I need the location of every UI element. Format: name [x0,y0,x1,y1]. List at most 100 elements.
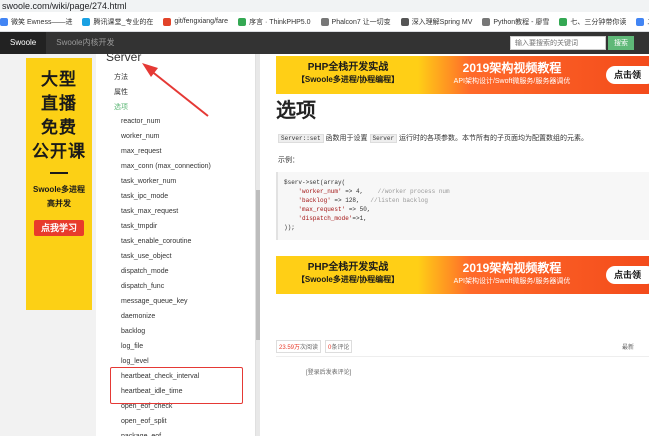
sidebar-section-methods[interactable]: 方法 [114,72,128,82]
code-val: => 128, [330,197,371,204]
sidebar-option-item[interactable]: reactor_num [121,118,160,125]
code-key: 'max_request' [284,206,346,213]
bookmark-item[interactable]: Python教程 - 廖雪 [482,17,549,27]
inline-code: Server::set [278,134,324,143]
example-label: 示例： [278,157,299,164]
ad-headline-line: 直播 [41,94,77,113]
bookmark-favicon-icon [400,17,409,26]
left-ad[interactable]: 大型 直播 免费 公开课 Swoole多进程 高并发 点我学习 [26,58,92,310]
ad-headline-line: 免费 [41,118,77,137]
ad-headline-line: 公开课 [32,142,86,161]
bookmark-label: 微笑 Ewness——进 [11,18,73,26]
bookmark-label: 七、三分钟带你读 [570,18,627,26]
bookmark-item[interactable]: 序言 · ThinkPHP5.0 [238,17,311,27]
bookmark-favicon-icon [163,17,172,26]
sidebar-option-item[interactable]: worker_num [121,133,160,140]
bookmark-item[interactable]: 深入理解Spring MV [400,17,473,27]
sidebar-option-item[interactable]: task_ipc_mode [121,193,168,200]
ad-line2: 高并发 [47,199,71,208]
sidebar-option-item[interactable]: task_tmpdir [121,223,157,230]
bookmark-label: 腾讯课堂_专业的在 [93,18,154,26]
code-comment: //worker process num [377,188,450,195]
inline-code: Server [369,134,398,143]
sidebar-option-item[interactable]: log_level [121,358,149,365]
search-button[interactable]: 搜索 [608,36,634,50]
code-val: => 4, [341,188,378,195]
banner-right-subtitle: API架构设计/Swoft微服务/服务器调优 [453,278,571,285]
ad-learn-button[interactable]: 点我学习 [34,220,84,236]
sidebar-section-options[interactable]: 选项 [114,102,128,112]
sidebar-option-item[interactable]: message_queue_key [121,298,188,305]
bookmark-item[interactable]: git/fengxiang/fare [163,17,229,26]
banner-click-button[interactable]: 点击领 [606,66,649,84]
banner-right-subtitle: API架构设计/Swoft微服务/服务器调优 [453,78,571,85]
sidebar-option-item[interactable]: max_conn (max_connection) [121,163,211,170]
page-description: Server::set 函数用于设置 Server 运行时的各项参数。本节所有的… [278,133,588,143]
banner-left-title: PHP全栈开发实战 [307,62,389,73]
bookmarks-bar: 微笑 Ewness——进 腾讯课堂_专业的在 git/fengxiang/fare 序… [0,12,649,32]
sidebar-option-item[interactable]: daemonize [121,313,155,320]
sidebar-option-item[interactable]: task_enable_coroutine [121,238,191,245]
sidebar-option-item[interactable]: open_eof_split [121,418,167,425]
code-val: =>1, [352,215,367,222]
code-line: $serv->set(array( [284,179,346,186]
bookmark-label: Python教程 - 廖雪 [493,18,550,26]
bookmark-label: Phalcon7 让一切变 [331,18,391,26]
sidebar-option-item[interactable]: max_request [121,148,161,155]
bookmark-item[interactable]: 腾讯课堂_专业的在 [82,17,153,27]
sidebar-section-properties[interactable]: 属性 [114,87,128,97]
sidebar-option-item[interactable]: task_use_object [121,253,172,260]
bookmark-item[interactable]: 二、Layer [636,17,649,27]
code-key: 'backlog' [284,197,331,204]
nav-item-swoole[interactable]: Swoole [0,32,47,54]
sort-latest[interactable]: 最新 [622,342,634,351]
desc-text: 函数用于设置 [323,135,370,142]
sidebar-option-item[interactable]: backlog [121,328,145,335]
sidebar-option-item[interactable]: task_max_request [121,208,178,215]
code-val: => 50, [345,206,371,213]
bookmark-favicon-icon [482,17,491,26]
banner-left-title: PHP全栈开发实战 [307,262,389,273]
bookmark-favicon-icon [559,17,568,26]
promo-banner-top[interactable]: PHP全栈开发实战 【Swoole多进程/协程编程】 2019架构视频教程 AP… [276,56,649,94]
sidebar-option-item[interactable]: task_worker_num [121,178,176,185]
views-badge: 23.59万次阅读 [276,340,322,353]
code-comment: //listen backlog [370,197,429,204]
ad-headline-line: 大型 [41,70,77,89]
bookmark-label: 深入理解Spring MV [411,18,473,26]
bookmark-label: git/fengxiang/fare [174,18,229,25]
comments-label: 条评论 [331,345,350,351]
sidebar-scroll-thumb[interactable] [256,190,260,340]
page-title: 选项 [276,100,316,122]
banner-right-title: 2019架构视频教程 [462,261,562,275]
banner-click-button[interactable]: 点击领 [606,266,649,284]
code-key: 'worker_num' [284,188,342,195]
views-count: 23.59万 [279,345,301,351]
sidebar-option-item[interactable]: dispatch_mode [121,268,168,275]
sidebar-option-item[interactable]: open_eof_check [121,403,172,410]
banner-left-subtitle: 【Swoole多进程/协程编程】 [296,75,400,84]
sidebar-title[interactable]: Server [106,54,141,64]
login-to-comment-link[interactable]: [登录后发表评论] [306,367,351,376]
site-nav: Swoole Swoole内核开发 搜索 [0,32,649,54]
sidebar-option-item[interactable]: dispatch_func [121,283,164,290]
bookmark-favicon-icon [0,17,8,26]
code-example: $serv->set(array( 'worker_num' => 4, //w… [276,172,649,240]
ad-divider [50,172,68,174]
promo-banner-bottom[interactable]: PHP全栈开发实战 【Swoole多进程/协程编程】 2019架构视频教程 AP… [276,256,649,294]
bookmark-favicon-icon [82,17,91,26]
highlight-box [110,367,243,404]
bookmark-item[interactable]: Phalcon7 让一切变 [320,17,391,27]
ad-headline: 大型 直播 免费 公开课 [26,68,92,164]
banner-right-title: 2019架构视频教程 [462,61,562,75]
code-line: )); [284,224,295,231]
ad-line1: Swoole多进程 [32,185,85,194]
bookmark-item[interactable]: 微笑 Ewness——进 [0,17,72,27]
address-bar[interactable]: swoole.com/wiki/page/274.html [0,0,649,12]
code-key: 'dispatch_mode' [284,215,353,222]
bookmark-item[interactable]: 七、三分钟带你读 [559,17,626,27]
nav-item-kernel[interactable]: Swoole内核开发 [46,32,124,54]
sidebar-option-item[interactable]: log_file [121,343,143,350]
search-input[interactable] [510,36,606,50]
bookmark-favicon-icon [320,17,329,26]
